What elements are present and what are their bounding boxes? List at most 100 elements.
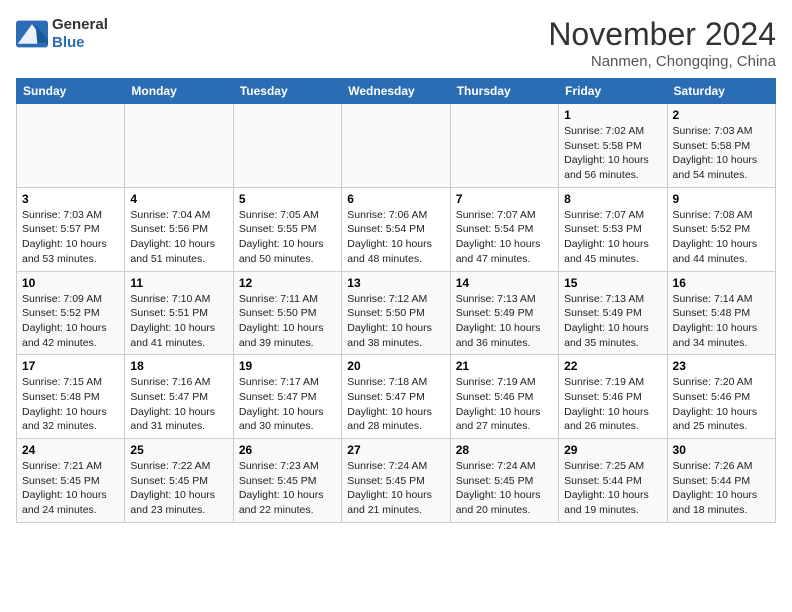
day-number: 17 xyxy=(22,359,119,373)
day-number: 14 xyxy=(456,276,553,290)
day-number: 30 xyxy=(673,443,770,457)
day-number: 4 xyxy=(130,192,227,206)
calendar-cell: 17 Sunrise: 7:15 AMSunset: 5:48 PMDayligh… xyxy=(17,355,125,439)
day-number: 1 xyxy=(564,108,661,122)
calendar-cell: 21 Sunrise: 7:19 AMSunset: 5:46 PMDayligh… xyxy=(450,355,558,439)
weekday-header-tuesday: Tuesday xyxy=(233,79,341,104)
day-number: 7 xyxy=(456,192,553,206)
calendar-week-3: 10 Sunrise: 7:09 AMSunset: 5:52 PMDayligh… xyxy=(17,271,776,355)
day-number: 27 xyxy=(347,443,444,457)
calendar-cell: 12 Sunrise: 7:11 AMSunset: 5:50 PMDayligh… xyxy=(233,271,341,355)
day-info: Sunrise: 7:06 AMSunset: 5:54 PMDaylight:… xyxy=(347,208,444,267)
page-header: General Blue November 2024 Nanmen, Chong… xyxy=(16,16,776,70)
day-number: 25 xyxy=(130,443,227,457)
calendar-cell: 30 Sunrise: 7:26 AMSunset: 5:44 PMDayligh… xyxy=(667,439,775,523)
day-info: Sunrise: 7:22 AMSunset: 5:45 PMDaylight:… xyxy=(130,459,227,518)
day-info: Sunrise: 7:19 AMSunset: 5:46 PMDaylight:… xyxy=(456,375,553,434)
calendar-cell: 10 Sunrise: 7:09 AMSunset: 5:52 PMDayligh… xyxy=(17,271,125,355)
calendar-cell: 18 Sunrise: 7:16 AMSunset: 5:47 PMDayligh… xyxy=(125,355,233,439)
day-info: Sunrise: 7:07 AMSunset: 5:53 PMDaylight:… xyxy=(564,208,661,267)
calendar-cell: 20Sunrise: 7:18 AMSunset: 5:47 PMDayligh… xyxy=(342,355,450,439)
day-info: Sunrise: 7:21 AMSunset: 5:45 PMDaylight:… xyxy=(22,459,119,518)
day-info: Sunrise: 7:10 AMSunset: 5:51 PMDaylight:… xyxy=(130,292,227,351)
day-info: Sunrise: 7:03 AMSunset: 5:58 PMDaylight:… xyxy=(673,124,770,183)
calendar-cell: 22Sunrise: 7:19 AMSunset: 5:46 PMDayligh… xyxy=(559,355,667,439)
calendar-cell: 27 Sunrise: 7:24 AMSunset: 5:45 PMDayligh… xyxy=(342,439,450,523)
day-info: Sunrise: 7:20 AMSunset: 5:46 PMDaylight:… xyxy=(673,375,770,434)
calendar-cell: 26 Sunrise: 7:23 AMSunset: 5:45 PMDayligh… xyxy=(233,439,341,523)
day-number: 9 xyxy=(673,192,770,206)
day-info: Sunrise: 7:09 AMSunset: 5:52 PMDaylight:… xyxy=(22,292,119,351)
calendar-cell: 9 Sunrise: 7:08 AMSunset: 5:52 PMDaylight… xyxy=(667,187,775,271)
day-number: 5 xyxy=(239,192,336,206)
calendar-cell: 25 Sunrise: 7:22 AMSunset: 5:45 PMDayligh… xyxy=(125,439,233,523)
logo-icon xyxy=(16,20,48,48)
day-number: 6 xyxy=(347,192,444,206)
weekday-header-sunday: Sunday xyxy=(17,79,125,104)
month-title: November 2024 xyxy=(548,16,776,53)
day-number: 24 xyxy=(22,443,119,457)
day-number: 23 xyxy=(673,359,770,373)
calendar-cell: 14Sunrise: 7:13 AMSunset: 5:49 PMDayligh… xyxy=(450,271,558,355)
calendar-cell: 24 Sunrise: 7:21 AMSunset: 5:45 PMDayligh… xyxy=(17,439,125,523)
day-info: Sunrise: 7:12 AMSunset: 5:50 PMDaylight:… xyxy=(347,292,444,351)
day-number: 8 xyxy=(564,192,661,206)
weekday-header-wednesday: Wednesday xyxy=(342,79,450,104)
calendar-cell: 11 Sunrise: 7:10 AMSunset: 5:51 PMDayligh… xyxy=(125,271,233,355)
calendar-cell: 1 Sunrise: 7:02 AMSunset: 5:58 PMDaylight… xyxy=(559,104,667,188)
calendar-cell: 2Sunrise: 7:03 AMSunset: 5:58 PMDaylight… xyxy=(667,104,775,188)
logo-blue: Blue xyxy=(52,34,108,52)
day-info: Sunrise: 7:25 AMSunset: 5:44 PMDaylight:… xyxy=(564,459,661,518)
day-number: 20 xyxy=(347,359,444,373)
day-number: 29 xyxy=(564,443,661,457)
day-info: Sunrise: 7:07 AMSunset: 5:54 PMDaylight:… xyxy=(456,208,553,267)
calendar-header-row: SundayMondayTuesdayWednesdayThursdayFrid… xyxy=(17,79,776,104)
calendar-cell xyxy=(233,104,341,188)
day-number: 11 xyxy=(130,276,227,290)
calendar-week-1: 1 Sunrise: 7:02 AMSunset: 5:58 PMDaylight… xyxy=(17,104,776,188)
calendar-table: SundayMondayTuesdayWednesdayThursdayFrid… xyxy=(16,78,776,523)
logo-text: General Blue xyxy=(52,16,108,52)
calendar-cell: 13Sunrise: 7:12 AMSunset: 5:50 PMDayligh… xyxy=(342,271,450,355)
day-info: Sunrise: 7:17 AMSunset: 5:47 PMDaylight:… xyxy=(239,375,336,434)
day-number: 21 xyxy=(456,359,553,373)
day-number: 12 xyxy=(239,276,336,290)
day-number: 16 xyxy=(673,276,770,290)
day-number: 26 xyxy=(239,443,336,457)
calendar-cell xyxy=(342,104,450,188)
day-info: Sunrise: 7:15 AMSunset: 5:48 PMDaylight:… xyxy=(22,375,119,434)
day-info: Sunrise: 7:14 AMSunset: 5:48 PMDaylight:… xyxy=(673,292,770,351)
day-info: Sunrise: 7:26 AMSunset: 5:44 PMDaylight:… xyxy=(673,459,770,518)
calendar-cell: 7 Sunrise: 7:07 AMSunset: 5:54 PMDaylight… xyxy=(450,187,558,271)
calendar-week-5: 24 Sunrise: 7:21 AMSunset: 5:45 PMDayligh… xyxy=(17,439,776,523)
day-number: 19 xyxy=(239,359,336,373)
day-number: 3 xyxy=(22,192,119,206)
day-info: Sunrise: 7:03 AMSunset: 5:57 PMDaylight:… xyxy=(22,208,119,267)
day-number: 18 xyxy=(130,359,227,373)
calendar-cell xyxy=(125,104,233,188)
day-info: Sunrise: 7:23 AMSunset: 5:45 PMDaylight:… xyxy=(239,459,336,518)
calendar-cell: 3 Sunrise: 7:03 AMSunset: 5:57 PMDaylight… xyxy=(17,187,125,271)
calendar-cell: 23 Sunrise: 7:20 AMSunset: 5:46 PMDayligh… xyxy=(667,355,775,439)
day-info: Sunrise: 7:11 AMSunset: 5:50 PMDaylight:… xyxy=(239,292,336,351)
day-info: Sunrise: 7:24 AMSunset: 5:45 PMDaylight:… xyxy=(456,459,553,518)
day-number: 28 xyxy=(456,443,553,457)
calendar-cell: 4Sunrise: 7:04 AMSunset: 5:56 PMDaylight… xyxy=(125,187,233,271)
day-info: Sunrise: 7:05 AMSunset: 5:55 PMDaylight:… xyxy=(239,208,336,267)
day-info: Sunrise: 7:24 AMSunset: 5:45 PMDaylight:… xyxy=(347,459,444,518)
day-info: Sunrise: 7:08 AMSunset: 5:52 PMDaylight:… xyxy=(673,208,770,267)
calendar-cell: 19 Sunrise: 7:17 AMSunset: 5:47 PMDayligh… xyxy=(233,355,341,439)
calendar-week-4: 17 Sunrise: 7:15 AMSunset: 5:48 PMDayligh… xyxy=(17,355,776,439)
day-info: Sunrise: 7:16 AMSunset: 5:47 PMDaylight:… xyxy=(130,375,227,434)
calendar-cell: 16 Sunrise: 7:14 AMSunset: 5:48 PMDayligh… xyxy=(667,271,775,355)
day-info: Sunrise: 7:02 AMSunset: 5:58 PMDaylight:… xyxy=(564,124,661,183)
calendar-cell: 28 Sunrise: 7:24 AMSunset: 5:45 PMDayligh… xyxy=(450,439,558,523)
day-number: 15 xyxy=(564,276,661,290)
day-info: Sunrise: 7:19 AMSunset: 5:46 PMDaylight:… xyxy=(564,375,661,434)
weekday-header-monday: Monday xyxy=(125,79,233,104)
calendar-cell: 5 Sunrise: 7:05 AMSunset: 5:55 PMDaylight… xyxy=(233,187,341,271)
location: Nanmen, Chongqing, China xyxy=(548,53,776,70)
day-number: 10 xyxy=(22,276,119,290)
calendar-cell xyxy=(17,104,125,188)
day-info: Sunrise: 7:13 AMSunset: 5:49 PMDaylight:… xyxy=(564,292,661,351)
